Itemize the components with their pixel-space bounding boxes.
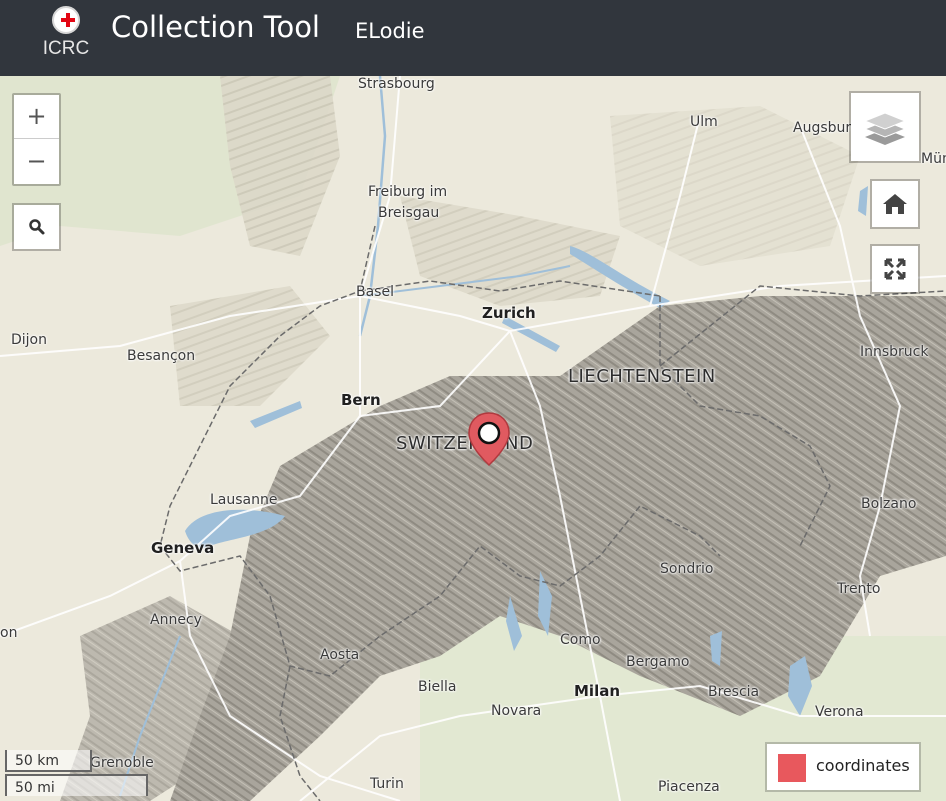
place-label: Ulm bbox=[690, 114, 718, 130]
place-label: Freiburg im bbox=[368, 184, 448, 200]
scale-bar-metric: 50 km bbox=[5, 750, 92, 772]
place-label: Geneva bbox=[151, 539, 215, 557]
legend-swatch bbox=[778, 754, 806, 782]
place-label: Grenoble bbox=[90, 755, 154, 771]
country-label: SWITZERLAND bbox=[396, 433, 534, 454]
place-label: Lausanne bbox=[210, 492, 278, 508]
home-icon bbox=[883, 194, 907, 214]
search-button[interactable] bbox=[12, 203, 61, 251]
fullscreen-button[interactable] bbox=[870, 244, 920, 294]
place-label: on bbox=[0, 625, 18, 641]
zoom-control: + − bbox=[12, 93, 61, 186]
fullscreen-icon bbox=[884, 258, 906, 280]
user-name[interactable]: ELodie bbox=[355, 19, 425, 43]
place-label: Annecy bbox=[150, 612, 202, 628]
place-label: Bergamo bbox=[626, 654, 690, 670]
place-label: Biella bbox=[418, 679, 457, 695]
place-label: Basel bbox=[356, 284, 394, 300]
place-label: Sondrio bbox=[660, 561, 714, 577]
place-label: Aosta bbox=[320, 647, 360, 663]
place-label: Innsbruck bbox=[860, 344, 929, 360]
place-label: Como bbox=[560, 632, 601, 648]
scale-bar-imperial: 50 mi bbox=[5, 774, 148, 796]
home-button[interactable] bbox=[870, 179, 920, 229]
legend-label: coordinates bbox=[816, 756, 910, 775]
place-label: Zurich bbox=[482, 304, 536, 322]
place-label: Dijon bbox=[11, 332, 47, 348]
map-pin-icon[interactable] bbox=[466, 411, 512, 471]
place-label: Turin bbox=[370, 776, 404, 792]
logo-text: ICRC bbox=[42, 38, 90, 59]
place-label: Piacenza bbox=[658, 779, 720, 795]
place-label: Trento bbox=[837, 581, 881, 597]
place-label: Strasbourg bbox=[358, 76, 435, 92]
app-title[interactable]: Collection Tool bbox=[111, 10, 320, 44]
zoom-in-button[interactable]: + bbox=[14, 95, 59, 139]
layers-icon bbox=[863, 112, 907, 145]
map-legend: coordinates bbox=[765, 742, 921, 792]
zoom-out-button[interactable]: − bbox=[14, 140, 59, 184]
country-label: LIECHTENSTEIN bbox=[568, 366, 716, 387]
place-label: Mün bbox=[921, 151, 946, 167]
place-label: Brescia bbox=[708, 684, 760, 700]
search-icon bbox=[28, 219, 44, 235]
red-cross-icon bbox=[52, 6, 80, 34]
layers-button[interactable] bbox=[849, 91, 921, 163]
place-label: Milan bbox=[574, 682, 621, 700]
app: ICRC Collection Tool ELodie Strasbourg U… bbox=[0, 0, 946, 801]
place-label: Novara bbox=[491, 703, 542, 719]
place-label: Bern bbox=[341, 391, 381, 409]
place-label: Verona bbox=[815, 704, 864, 720]
place-label: Besançon bbox=[127, 348, 196, 364]
icrc-logo[interactable]: ICRC bbox=[40, 4, 92, 64]
place-label: Breisgau bbox=[378, 205, 440, 221]
header: ICRC Collection Tool ELodie bbox=[0, 0, 946, 76]
place-label: Bolzano bbox=[861, 496, 917, 512]
map-view[interactable]: Strasbourg Ulm Augsburg Mün Freiburg im … bbox=[0, 76, 946, 801]
